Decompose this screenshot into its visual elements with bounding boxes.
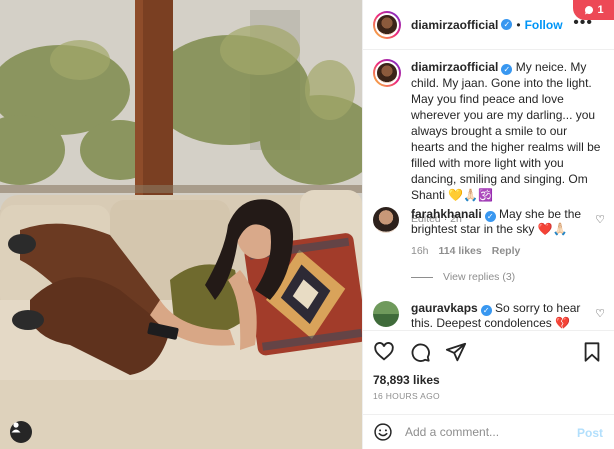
commenter-avatar[interactable] bbox=[373, 301, 399, 327]
emoji-icon[interactable] bbox=[373, 422, 393, 442]
verified-badge-icon: ✓ bbox=[501, 19, 513, 30]
like-comment-icon[interactable]: ♡ bbox=[595, 307, 605, 320]
notification-count: 1 bbox=[597, 4, 604, 16]
comment-meta: 16h 114 likes Reply bbox=[411, 245, 611, 257]
action-icons bbox=[373, 341, 467, 363]
view-replies-button[interactable]: View replies (3) bbox=[411, 271, 611, 283]
caption-body: diamirzaofficial ✓ My neice. My child. My… bbox=[411, 59, 603, 203]
reply-button[interactable]: Reply bbox=[492, 245, 521, 257]
commenter-username[interactable]: gauravkaps bbox=[411, 301, 478, 315]
add-comment-bar: Post bbox=[363, 414, 614, 449]
like-comment-icon[interactable]: ♡ bbox=[595, 213, 605, 226]
post-caption: diamirzaofficial ✓ My neice. My child. My… bbox=[373, 59, 603, 225]
post-details-panel: diamirzaofficial ✓ • Follow ••• 1 diamir… bbox=[362, 0, 614, 449]
comment-text: farahkhanali ✓ May she be the brightest s… bbox=[411, 207, 593, 237]
notification-bubble-icon bbox=[585, 6, 594, 15]
post-header: diamirzaofficial ✓ • Follow ••• 1 bbox=[363, 0, 614, 50]
separator-dot: • bbox=[516, 17, 521, 32]
comments-list[interactable]: diamirzaofficial ✓ My neice. My child. My… bbox=[363, 51, 614, 329]
heart-icon[interactable] bbox=[373, 341, 395, 363]
verified-badge-icon: ✓ bbox=[480, 305, 492, 316]
caption-avatar[interactable] bbox=[373, 59, 401, 87]
post-photo[interactable] bbox=[0, 0, 362, 449]
caption-username[interactable]: diamirzaofficial bbox=[411, 60, 498, 74]
comment-time: 16h bbox=[411, 245, 429, 257]
user-tag-icon[interactable] bbox=[10, 421, 32, 443]
commenter-avatar[interactable] bbox=[373, 207, 399, 233]
comment-item: farahkhanali ✓ May she be the brightest s… bbox=[373, 207, 611, 283]
share-icon[interactable] bbox=[445, 341, 467, 363]
comment-likes[interactable]: 114 likes bbox=[439, 245, 482, 257]
comment-icon[interactable] bbox=[409, 341, 431, 363]
comment-item: gauravkaps ✓ So sorry to hear this. Deepe… bbox=[373, 301, 611, 329]
notification-badge[interactable]: 1 bbox=[573, 0, 614, 20]
author-username[interactable]: diamirzaofficial bbox=[411, 18, 498, 32]
user-silhouette-icon bbox=[11, 422, 21, 433]
view-replies-label[interactable]: View replies (3) bbox=[443, 271, 515, 283]
author-avatar[interactable] bbox=[373, 10, 401, 39]
comment-text: gauravkaps ✓ So sorry to hear this. Deepe… bbox=[411, 301, 593, 329]
photo-illustration bbox=[0, 0, 362, 449]
post-timestamp: 16 HOURS AGO bbox=[373, 391, 440, 401]
replies-divider bbox=[411, 276, 433, 278]
caption-text: My neice. My child. My jaan. Gone into t… bbox=[411, 60, 601, 202]
verified-badge-icon: ✓ bbox=[484, 211, 496, 222]
post-comment-button[interactable]: Post bbox=[577, 426, 603, 440]
post-actions: 78,893 likes 16 HOURS AGO bbox=[363, 330, 614, 422]
instagram-post-modal: diamirzaofficial ✓ • Follow ••• 1 diamir… bbox=[0, 0, 614, 449]
verified-badge-icon: ✓ bbox=[501, 64, 513, 75]
follow-button[interactable]: Follow bbox=[525, 18, 563, 32]
bookmark-icon[interactable] bbox=[581, 341, 603, 363]
comment-input[interactable] bbox=[405, 425, 575, 439]
commenter-username[interactable]: farahkhanali bbox=[411, 207, 482, 221]
likes-count[interactable]: 78,893 likes bbox=[373, 373, 440, 387]
